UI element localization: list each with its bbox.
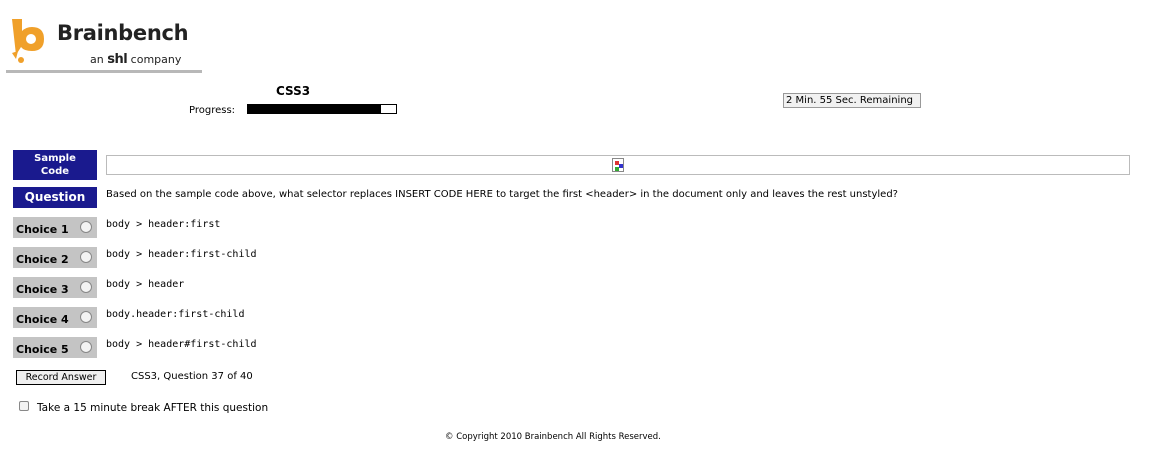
choice-1-radio[interactable] (80, 221, 92, 233)
page: Brainbench an shl company CSS3 Progress:… (0, 0, 1154, 469)
choice-2[interactable]: Choice 2 (13, 247, 97, 268)
brand-tagline: an shl company (90, 52, 181, 67)
brand-name: Brainbench (57, 21, 189, 45)
choice-5-text: body > header#first-child (106, 339, 257, 350)
choice-1[interactable]: Choice 1 (13, 217, 97, 238)
choice-5[interactable]: Choice 5 (13, 337, 97, 358)
choice-label: Choice 1 (16, 223, 69, 236)
progress-fill (248, 105, 382, 113)
choice-3-radio[interactable] (80, 281, 92, 293)
sample-code-label: Sample Code (13, 150, 97, 180)
choice-4-text: body.header:first-child (106, 309, 245, 320)
sample-label-line1: Sample (34, 153, 76, 164)
time-remaining-field: 2 Min. 55 Sec. Remaining (783, 93, 921, 108)
sample-label-line2: Code (40, 166, 70, 177)
choice-4[interactable]: Choice 4 (13, 307, 97, 328)
brainbench-logo-icon (12, 19, 44, 63)
copyright-footer: © Copyright 2010 Brainbench All Rights R… (445, 432, 661, 442)
choice-4-radio[interactable] (80, 311, 92, 323)
progress-bar (247, 104, 397, 114)
choice-label: Choice 5 (16, 343, 69, 356)
question-counter: CSS3, Question 37 of 40 (131, 371, 253, 382)
choice-5-radio[interactable] (80, 341, 92, 353)
choice-3[interactable]: Choice 3 (13, 277, 97, 298)
choice-1-text: body > header:first (106, 219, 221, 230)
logo-divider (6, 70, 202, 73)
break-checkbox-label[interactable]: Take a 15 minute break AFTER this questi… (37, 402, 268, 414)
choice-label: Choice 2 (16, 253, 69, 266)
test-title: CSS3 (276, 84, 311, 98)
record-answer-button[interactable]: Record Answer (16, 370, 106, 385)
sample-code-frame (106, 155, 1130, 175)
choice-2-radio[interactable] (80, 251, 92, 263)
question-text: Based on the sample code above, what sel… (106, 189, 898, 200)
tagline-prefix: an (90, 53, 104, 66)
progress-label: Progress: (189, 105, 236, 116)
break-checkbox[interactable] (19, 401, 29, 411)
shl-mark: shl (107, 52, 128, 67)
choice-2-text: body > header:first-child (106, 249, 257, 260)
choice-label: Choice 4 (16, 313, 69, 326)
choice-3-text: body > header (106, 279, 185, 290)
broken-image-icon (612, 158, 624, 172)
tagline-suffix: company (130, 53, 182, 66)
choice-label: Choice 3 (16, 283, 69, 296)
question-label: Question (13, 187, 97, 208)
